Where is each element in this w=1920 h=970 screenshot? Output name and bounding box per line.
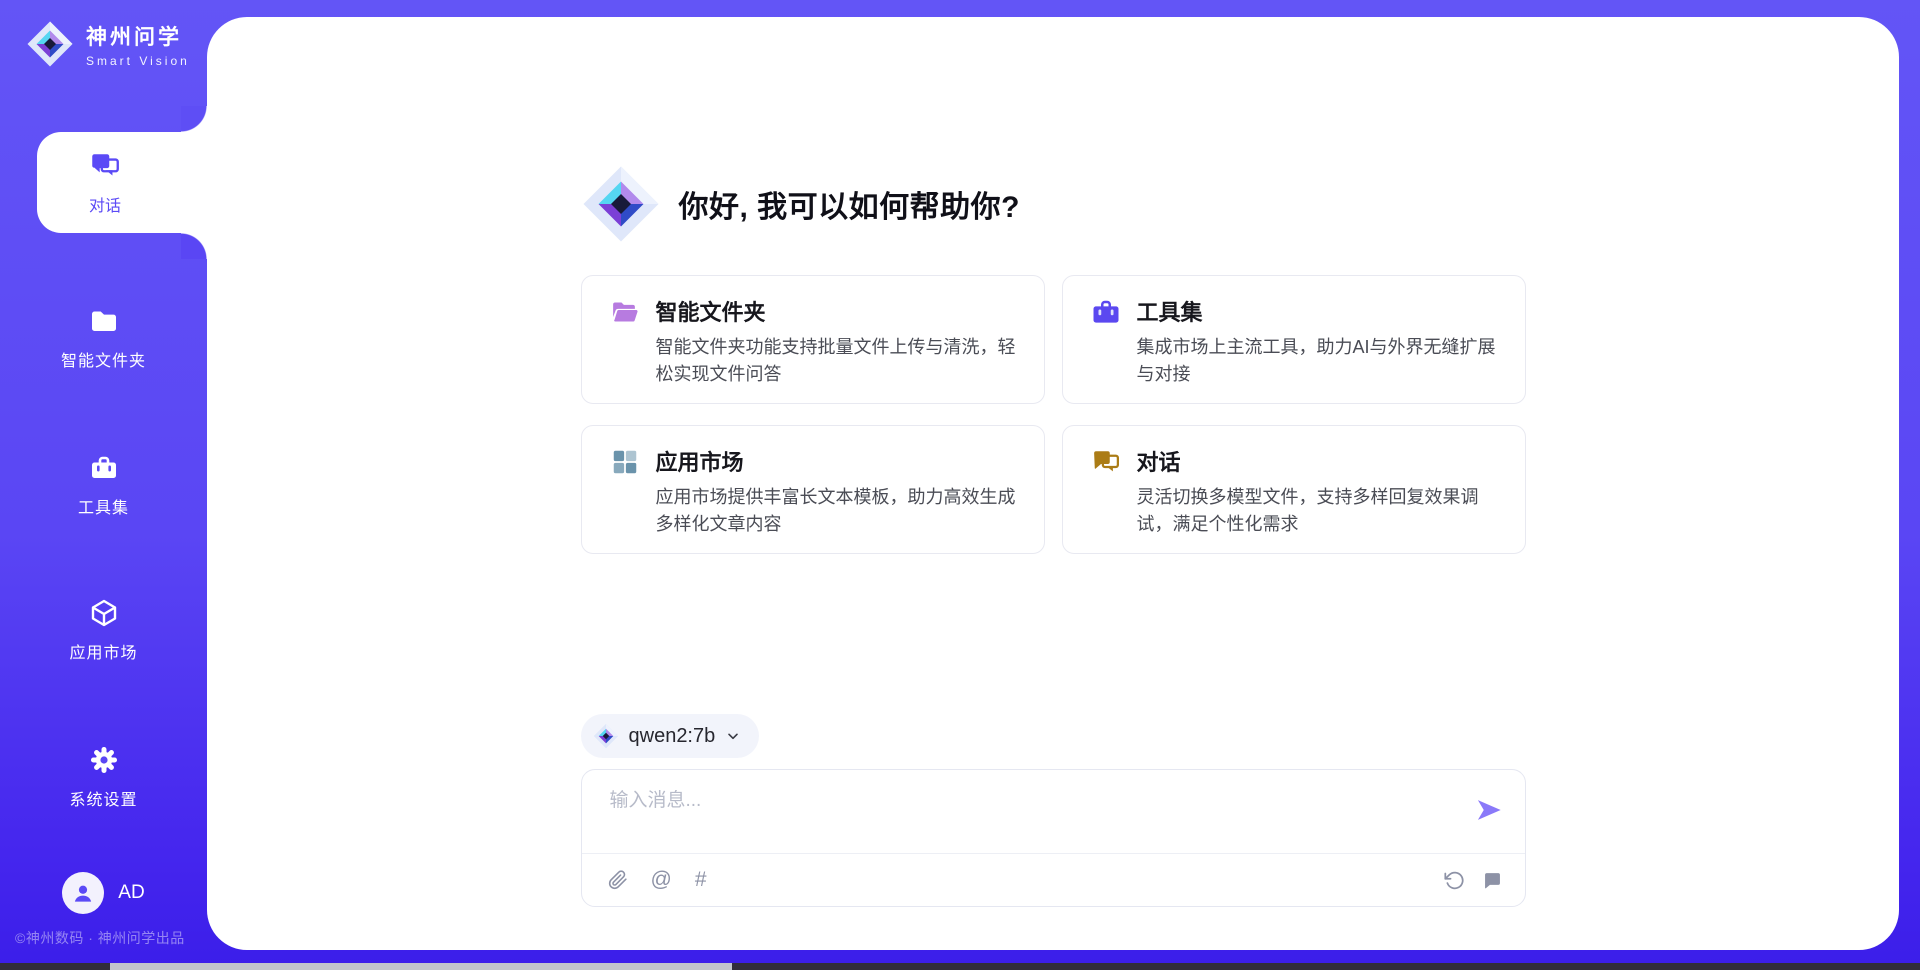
card-title: 智能文件夹	[656, 295, 1020, 327]
sidebar-item-label: 系统设置	[69, 786, 137, 810]
card-title: 应用市场	[656, 445, 1020, 477]
scrollbar-thumb[interactable]	[110, 963, 732, 970]
sidebar-item-label: 对话	[89, 192, 121, 216]
sidebar-item-chat[interactable]: 对话	[37, 132, 207, 233]
user-initials: AD	[118, 882, 144, 904]
briefcase-icon	[1091, 297, 1121, 327]
paperclip-icon	[608, 870, 628, 890]
tab-curve-bottom	[181, 233, 207, 259]
send-button[interactable]	[1475, 796, 1503, 824]
app-root: 神州问学 Smart Vision 对话 智能文件夹	[0, 0, 1920, 970]
greeting: 你好, 我可以如何帮助你?	[581, 164, 1526, 244]
sidebar-item-label: 应用市场	[69, 639, 137, 663]
grid-icon	[610, 447, 640, 477]
folder-open-icon	[610, 297, 640, 327]
greeting-title: 你好, 我可以如何帮助你?	[679, 182, 1021, 226]
topic-button[interactable]: #	[695, 868, 707, 892]
new-chat-button[interactable]	[1482, 870, 1503, 891]
chat-square-icon	[1482, 870, 1503, 891]
chat-bubbles-icon	[88, 150, 122, 184]
briefcase-icon	[88, 452, 120, 484]
model-logo-icon	[593, 723, 619, 749]
horizontal-scrollbar[interactable]	[0, 963, 1920, 970]
card-description: 灵活切换多模型文件，支持多样回复效果调试，满足个性化需求	[1137, 484, 1501, 538]
tab-curve-top	[181, 106, 207, 132]
cube-icon	[88, 597, 120, 629]
main-panel: 你好, 我可以如何帮助你? 智能文件夹 智能文件夹功能支持批量文件上传与清洗，轻…	[207, 17, 1899, 950]
gear-icon	[88, 744, 120, 776]
card-title: 工具集	[1137, 295, 1501, 327]
history-button[interactable]	[1444, 870, 1465, 891]
user-icon	[70, 880, 96, 906]
mention-button[interactable]: @	[651, 868, 672, 892]
brand-subtitle: Smart Vision	[86, 54, 190, 68]
chevron-down-icon	[725, 728, 741, 744]
card-chat[interactable]: 对话 灵活切换多模型文件，支持多样回复效果调试，满足个性化需求	[1062, 425, 1526, 554]
chat-bubbles-icon	[1091, 447, 1121, 477]
sidebar-item-toolset[interactable]: 工具集	[0, 452, 207, 518]
card-smart-folder[interactable]: 智能文件夹 智能文件夹功能支持批量文件上传与清洗，轻松实现文件问答	[581, 275, 1045, 404]
message-input[interactable]	[610, 790, 1455, 812]
sidebar-item-app-market[interactable]: 应用市场	[0, 597, 207, 663]
sidebar-item-label: 智能文件夹	[61, 347, 146, 371]
sidebar-item-smart-folder[interactable]: 智能文件夹	[0, 305, 207, 371]
card-title: 对话	[1137, 445, 1501, 477]
send-icon	[1475, 796, 1503, 824]
card-toolset[interactable]: 工具集 集成市场上主流工具，助力AI与外界无缝扩展与对接	[1062, 275, 1526, 404]
copyright: ©神州数码 · 神州问学出品	[15, 928, 185, 948]
feature-cards: 智能文件夹 智能文件夹功能支持批量文件上传与清洗，轻松实现文件问答 工具集 集成…	[581, 275, 1526, 554]
avatar	[62, 872, 104, 914]
sidebar-item-label: 工具集	[78, 494, 129, 518]
brand-logo-icon	[26, 20, 74, 68]
brand: 神州问学 Smart Vision	[26, 20, 190, 68]
attach-button[interactable]	[608, 870, 628, 890]
history-icon	[1444, 870, 1465, 891]
composer-toolbar: @ #	[582, 853, 1525, 906]
card-description: 应用市场提供丰富长文本模板，助力高效生成多样化文章内容	[656, 484, 1020, 538]
message-composer: @ #	[581, 769, 1526, 907]
model-selector[interactable]: qwen2:7b	[581, 714, 760, 758]
user-profile[interactable]: AD	[0, 872, 207, 914]
card-description: 集成市场上主流工具，助力AI与外界无缝扩展与对接	[1137, 334, 1501, 388]
folder-icon	[88, 305, 120, 337]
card-app-market[interactable]: 应用市场 应用市场提供丰富长文本模板，助力高效生成多样化文章内容	[581, 425, 1045, 554]
sidebar-item-settings[interactable]: 系统设置	[0, 744, 207, 810]
card-description: 智能文件夹功能支持批量文件上传与清洗，轻松实现文件问答	[656, 334, 1020, 388]
brand-name: 神州问学	[86, 21, 190, 51]
model-name: qwen2:7b	[629, 725, 716, 748]
assistant-logo-icon	[581, 164, 661, 244]
